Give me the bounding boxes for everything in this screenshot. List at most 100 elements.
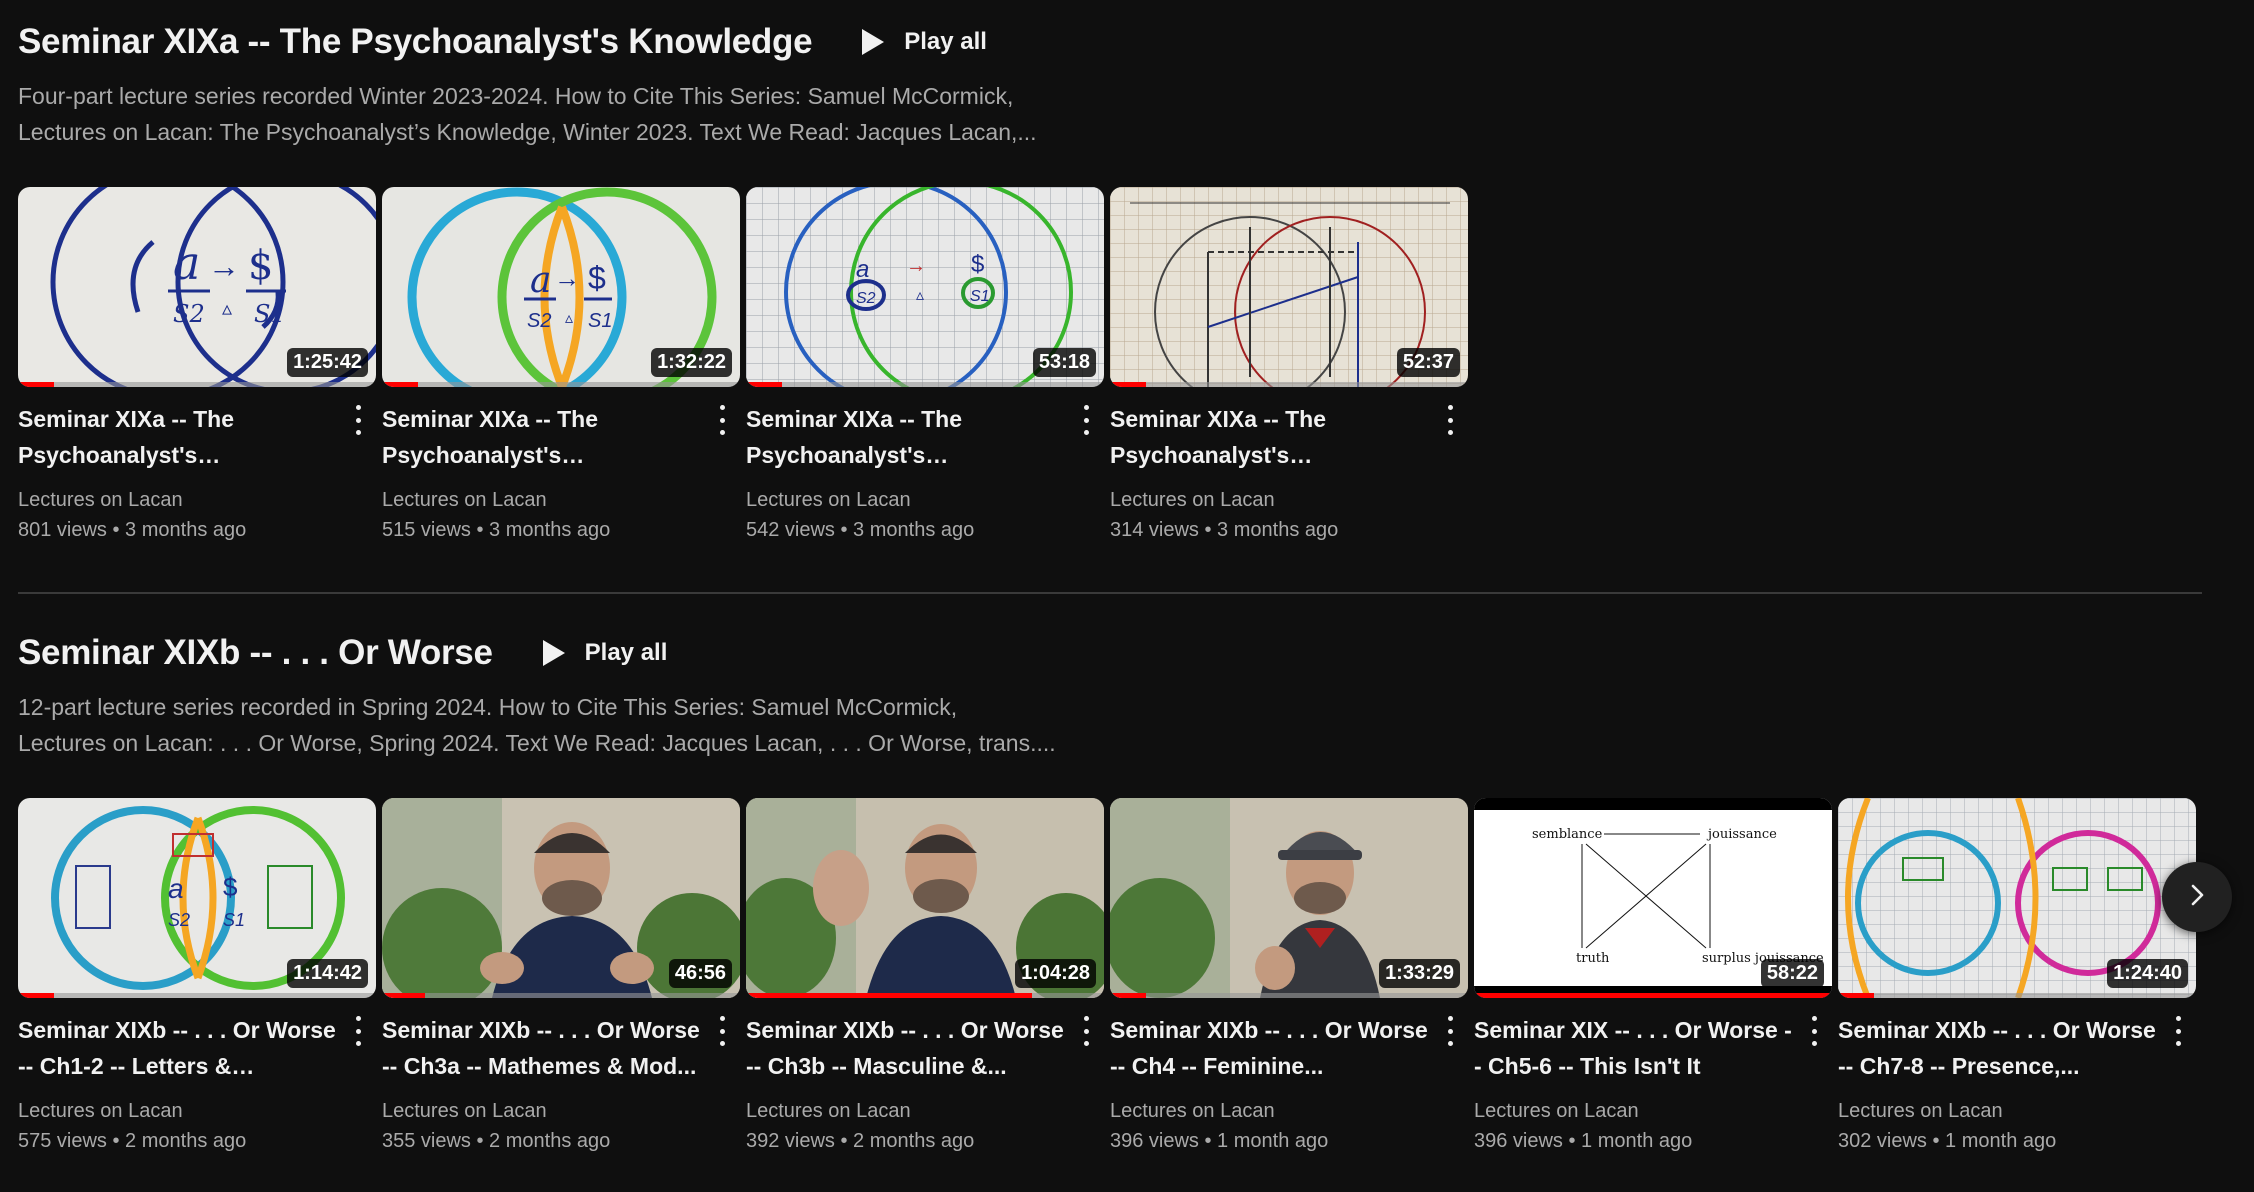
watch-progress-fill <box>18 993 54 998</box>
watch-progress-fill <box>746 993 1033 998</box>
video-thumbnail[interactable]: a → $ S2 ▵ S1 53:18 <box>746 187 1104 387</box>
video-stats: 314 views • 3 months ago <box>1110 519 1339 541</box>
video-title[interactable]: Seminar XIXa -- The Psychoanalyst's Know… <box>746 401 1064 473</box>
play-all-button[interactable]: Play all <box>848 22 999 62</box>
duration-badge: 1:33:29 <box>1379 959 1460 988</box>
more-vert-icon[interactable] <box>710 1016 734 1046</box>
channel-name[interactable]: Lectures on Lacan <box>1110 1096 1428 1126</box>
more-vert-icon[interactable] <box>1074 405 1098 435</box>
video-title[interactable]: Seminar XIXa -- The Psychoanalyst's Know… <box>382 401 700 473</box>
play-icon <box>860 28 886 56</box>
watch-progress-fill <box>746 382 782 387</box>
duration-badge: 1:25:42 <box>287 348 368 377</box>
more-vert-icon[interactable] <box>1438 405 1462 435</box>
more-vert-icon[interactable] <box>1438 1016 1462 1046</box>
video-card[interactable]: a $ S2 S1 1:14:42 Seminar XIXb -- . . . … <box>18 798 376 1156</box>
more-vert-icon[interactable] <box>346 405 370 435</box>
video-title[interactable]: Seminar XIXb -- . . . Or Worse -- Ch4 --… <box>1110 1012 1428 1084</box>
channel-name[interactable]: Lectures on Lacan <box>382 1096 700 1126</box>
video-thumbnail[interactable]: 46:56 <box>382 798 740 998</box>
svg-text:$: $ <box>588 260 606 296</box>
video-thumbnail[interactable]: 52:37 <box>1110 187 1468 387</box>
channel-name[interactable]: Lectures on Lacan <box>746 485 1064 515</box>
video-thumbnail[interactable]: 1:33:29 <box>1110 798 1468 998</box>
watch-progress-track <box>1110 993 1468 998</box>
channel-name[interactable]: Lectures on Lacan <box>1838 1096 2156 1126</box>
channel-name[interactable]: Lectures on Lacan <box>18 1096 336 1126</box>
video-card[interactable]: 1:33:29 Seminar XIXb -- . . . Or Worse -… <box>1110 798 1468 1156</box>
watch-progress-fill <box>1110 382 1146 387</box>
watch-progress-track <box>382 993 740 998</box>
svg-text:S2: S2 <box>856 290 876 307</box>
more-vert-icon[interactable] <box>346 1016 370 1046</box>
channel-name[interactable]: Lectures on Lacan <box>1110 485 1428 515</box>
play-all-button[interactable]: Play all <box>529 633 680 673</box>
video-stats: 355 views • 2 months ago <box>382 1130 611 1152</box>
svg-text:a: a <box>173 236 200 290</box>
more-vert-icon[interactable] <box>1074 1016 1098 1046</box>
more-vert-icon[interactable] <box>2166 1016 2190 1046</box>
svg-text:a: a <box>168 873 184 904</box>
section-title[interactable]: Seminar XIXa -- The Psychoanalyst's Know… <box>18 22 813 62</box>
video-meta: Seminar XIXa -- The Psychoanalyst's Know… <box>746 401 1104 545</box>
video-meta: Seminar XIX -- . . . Or Worse -- Ch5-6 -… <box>1474 1012 1832 1156</box>
video-card[interactable]: semblance jouissance truth surplus jouis… <box>1474 798 1832 1156</box>
watch-progress-fill <box>18 382 54 387</box>
svg-text:S2: S2 <box>527 310 551 332</box>
channel-name[interactable]: Lectures on Lacan <box>1474 1096 1792 1126</box>
video-card[interactable]: 1:24:40 Seminar XIXb -- . . . Or Worse -… <box>1838 798 2196 1156</box>
video-title[interactable]: Seminar XIXa -- The Psychoanalyst's Know… <box>18 401 336 473</box>
diagram-label-jouissance: jouissance <box>1706 827 1777 842</box>
description-line: 12-part lecture series recorded in Sprin… <box>18 694 958 720</box>
video-card[interactable]: a → $ S2 ▵ S1 1:32:22 Seminar XIXa -- Th… <box>382 187 740 545</box>
svg-text:→: → <box>906 255 926 277</box>
video-thumbnail[interactable]: 1:04:28 <box>746 798 1104 998</box>
svg-text:S1: S1 <box>970 288 990 305</box>
video-card[interactable]: a → $ S2 ▵ S1 1:25:42 Seminar XIXa -- Th… <box>18 187 376 545</box>
channel-name[interactable]: Lectures on Lacan <box>18 485 336 515</box>
watch-progress-track <box>1474 993 1832 998</box>
duration-badge: 1:24:40 <box>2107 959 2188 988</box>
channel-name[interactable]: Lectures on Lacan <box>382 485 700 515</box>
more-vert-icon[interactable] <box>710 405 734 435</box>
video-stats: 515 views • 3 months ago <box>382 519 611 541</box>
svg-text:S2: S2 <box>168 910 190 930</box>
description-line: Lectures on Lacan: . . . Or Worse, Sprin… <box>18 730 1056 756</box>
video-title[interactable]: Seminar XIXb -- . . . Or Worse -- Ch1-2 … <box>18 1012 336 1084</box>
video-title[interactable]: Seminar XIXb -- . . . Or Worse -- Ch3a -… <box>382 1012 700 1084</box>
video-meta: Seminar XIXa -- The Psychoanalyst's Know… <box>382 401 740 545</box>
watch-progress-fill <box>1110 993 1146 998</box>
section-description[interactable]: 12-part lecture series recorded in Sprin… <box>18 689 1078 761</box>
video-card[interactable]: 1:04:28 Seminar XIXb -- . . . Or Worse -… <box>746 798 1104 1156</box>
video-title[interactable]: Seminar XIXb -- . . . Or Worse -- Ch7-8 … <box>1838 1012 2156 1084</box>
watch-progress-fill <box>382 382 418 387</box>
video-title[interactable]: Seminar XIX -- . . . Or Worse -- Ch5-6 -… <box>1474 1012 1792 1084</box>
video-meta: Seminar XIXa -- The Psychoanalyst's Know… <box>1110 401 1468 545</box>
video-thumbnail[interactable]: a → $ S2 ▵ S1 1:25:42 <box>18 187 376 387</box>
duration-badge: 58:22 <box>1760 959 1824 988</box>
video-thumbnail[interactable]: a → $ S2 ▵ S1 1:32:22 <box>382 187 740 387</box>
video-title[interactable]: Seminar XIXb -- . . . Or Worse -- Ch3b -… <box>746 1012 1064 1084</box>
video-meta: Seminar XIXb -- . . . Or Worse -- Ch4 --… <box>1110 1012 1468 1156</box>
channel-name[interactable]: Lectures on Lacan <box>746 1096 1064 1126</box>
playlist-section-1: Seminar XIXa -- The Psychoanalyst's Know… <box>18 18 2254 541</box>
shelf-next-button[interactable] <box>2162 862 2232 932</box>
video-thumbnail[interactable]: semblance jouissance truth surplus jouis… <box>1474 798 1832 998</box>
svg-text:a: a <box>856 256 869 283</box>
watch-progress-track <box>1838 993 2196 998</box>
svg-text:▵: ▵ <box>222 298 232 320</box>
section-description[interactable]: Four-part lecture series recorded Winter… <box>18 78 1078 150</box>
video-card[interactable]: 46:56 Seminar XIXb -- . . . Or Worse -- … <box>382 798 740 1156</box>
video-title[interactable]: Seminar XIXa -- The Psychoanalyst's Know… <box>1110 401 1428 473</box>
more-vert-icon[interactable] <box>1802 1016 1826 1046</box>
video-card[interactable]: 52:37 Seminar XIXa -- The Psychoanalyst'… <box>1110 187 1468 545</box>
video-meta: Seminar XIXa -- The Psychoanalyst's Know… <box>18 401 376 545</box>
watch-progress-fill <box>1474 993 1832 998</box>
section-divider <box>18 592 2202 594</box>
description-line: Four-part lecture series recorded Winter… <box>18 83 1014 109</box>
video-card[interactable]: a → $ S2 ▵ S1 53:18 Seminar XIXa -- The … <box>746 187 1104 545</box>
video-thumbnail[interactable]: 1:24:40 <box>1838 798 2196 998</box>
section-title[interactable]: Seminar XIXb -- . . . Or Worse <box>18 633 493 673</box>
video-thumbnail[interactable]: a $ S2 S1 1:14:42 <box>18 798 376 998</box>
video-stats: 542 views • 3 months ago <box>746 519 975 541</box>
